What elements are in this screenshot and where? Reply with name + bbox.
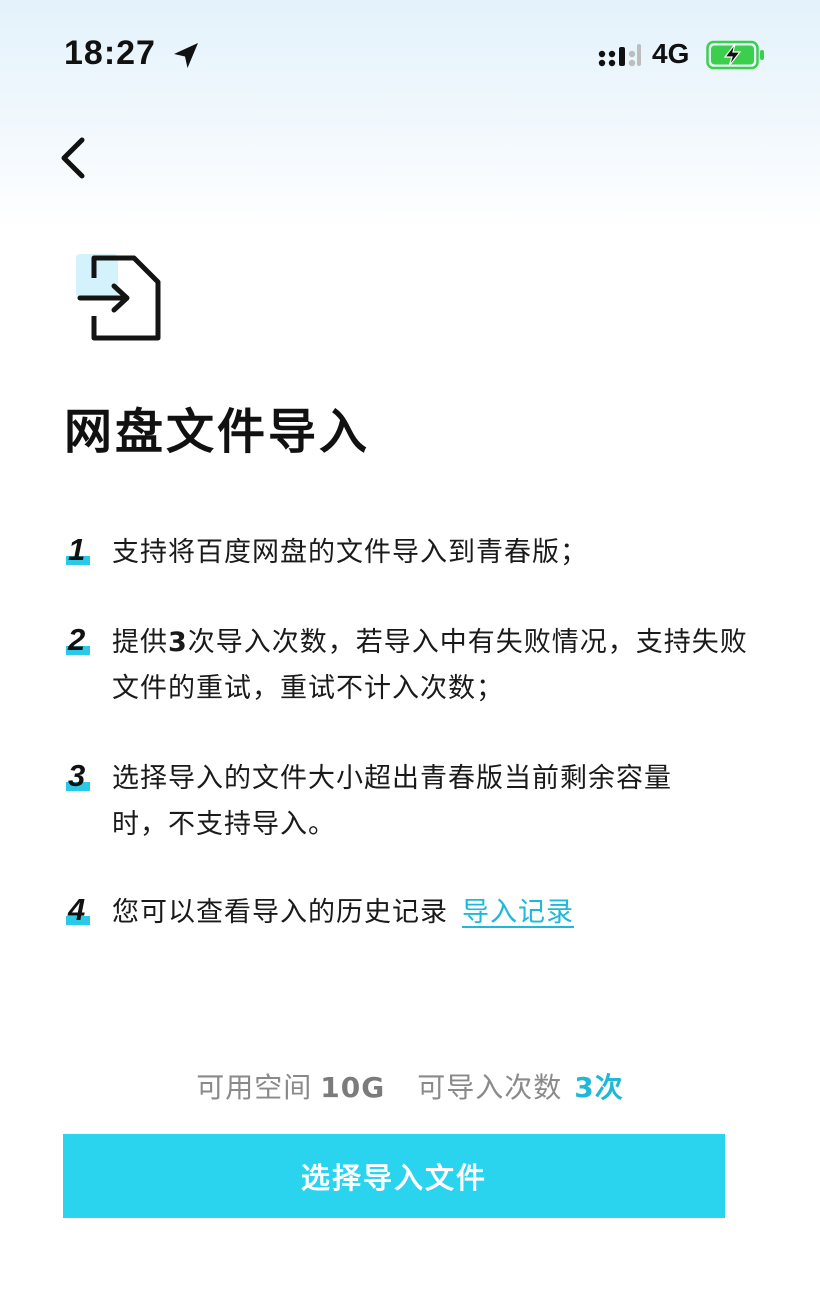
select-import-file-button[interactable]: 选择导入文件 bbox=[63, 1134, 725, 1218]
cellular-signal-icon bbox=[598, 44, 641, 67]
count-label: 可导入次数 bbox=[417, 1071, 563, 1104]
space-value: 10G bbox=[320, 1071, 386, 1104]
quota-summary: 可用空间 10G 可导入次数 3次 bbox=[0, 1066, 820, 1106]
status-bar: 18:27 4G bbox=[0, 0, 820, 110]
step-number: 2 bbox=[64, 620, 98, 668]
network-type: 4G bbox=[652, 38, 690, 69]
step-number: 1 bbox=[64, 530, 98, 578]
import-count-highlight: 3 bbox=[168, 627, 188, 658]
step-text: 支持将百度网盘的文件导入到青春版； bbox=[112, 537, 588, 568]
page-title: 网盘文件导入 bbox=[64, 404, 371, 460]
step-text: 您可以查看导入的历史记录 导入记录 bbox=[112, 897, 574, 928]
file-import-icon bbox=[76, 254, 161, 341]
space-label: 可用空间 bbox=[196, 1071, 313, 1104]
status-time: 18:27 bbox=[64, 34, 156, 72]
step-number: 3 bbox=[64, 756, 98, 804]
battery-charging-icon bbox=[706, 40, 764, 70]
step-text: 选择导入的文件大小超出青春版当前剩余容量时，不支持导入。 bbox=[112, 763, 672, 840]
count-value: 3次 bbox=[574, 1071, 624, 1104]
step-text: 提供3次导入次数，若导入中有失败情况，支持失败文件的重试，重试不计入次数； bbox=[112, 627, 748, 704]
back-button[interactable] bbox=[50, 130, 100, 186]
step-number: 4 bbox=[64, 890, 98, 938]
location-arrow-icon bbox=[174, 43, 198, 68]
import-records-link[interactable]: 导入记录 bbox=[462, 897, 574, 928]
chevron-left-icon bbox=[61, 137, 85, 179]
